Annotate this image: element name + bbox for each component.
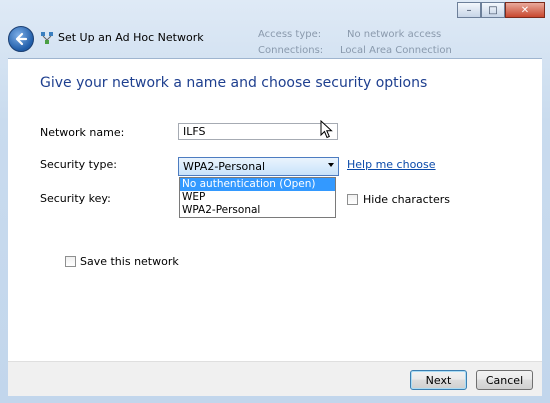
mouse-pointer-icon — [320, 120, 333, 139]
wizard-footer: Next Cancel — [8, 361, 542, 396]
help-me-choose-link[interactable]: Help me choose — [347, 158, 436, 171]
maximize-button[interactable]: □ — [481, 2, 505, 18]
back-button[interactable] — [8, 26, 34, 52]
window-controls: – □ ✕ — [457, 2, 545, 18]
background-access-type-label: Access type: — [258, 29, 322, 40]
network-icon — [41, 32, 53, 44]
hide-characters-label: Hide characters — [363, 193, 450, 206]
save-network-label: Save this network — [80, 255, 179, 268]
window-title: Set Up an Ad Hoc Network — [58, 31, 204, 44]
security-type-label: Security type: — [40, 158, 117, 171]
security-key-label: Security key: — [40, 192, 111, 205]
dropdown-option-wep[interactable]: WEP — [180, 191, 335, 204]
wizard-window: Access type: No network access Connectio… — [0, 0, 550, 403]
next-button[interactable]: Next — [410, 370, 467, 390]
save-network-checkbox[interactable] — [65, 256, 76, 267]
security-type-dropdown: No authentication (Open) WEP WPA2-Person… — [179, 177, 336, 218]
security-type-value: WPA2-Personal — [183, 160, 266, 173]
security-type-select[interactable]: WPA2-Personal — [178, 157, 339, 176]
background-connections-label: Connections: — [258, 45, 324, 56]
wizard-content: Give your network a name and choose secu… — [8, 58, 542, 362]
chevron-down-icon — [328, 163, 334, 167]
close-button[interactable]: ✕ — [505, 2, 545, 18]
network-name-label: Network name: — [40, 126, 125, 139]
background-connections-value: Local Area Connection — [340, 45, 452, 56]
minimize-button[interactable]: – — [457, 2, 481, 18]
background-access-type-value: No network access — [347, 29, 442, 40]
hide-characters-checkbox[interactable] — [347, 194, 358, 205]
cancel-button[interactable]: Cancel — [476, 370, 533, 390]
page-heading: Give your network a name and choose secu… — [40, 75, 428, 91]
back-arrow-icon — [15, 32, 28, 46]
dropdown-option-wpa2[interactable]: WPA2-Personal — [180, 204, 335, 217]
network-name-input[interactable]: ILFS — [178, 123, 338, 140]
dropdown-option-open[interactable]: No authentication (Open) — [180, 178, 335, 191]
